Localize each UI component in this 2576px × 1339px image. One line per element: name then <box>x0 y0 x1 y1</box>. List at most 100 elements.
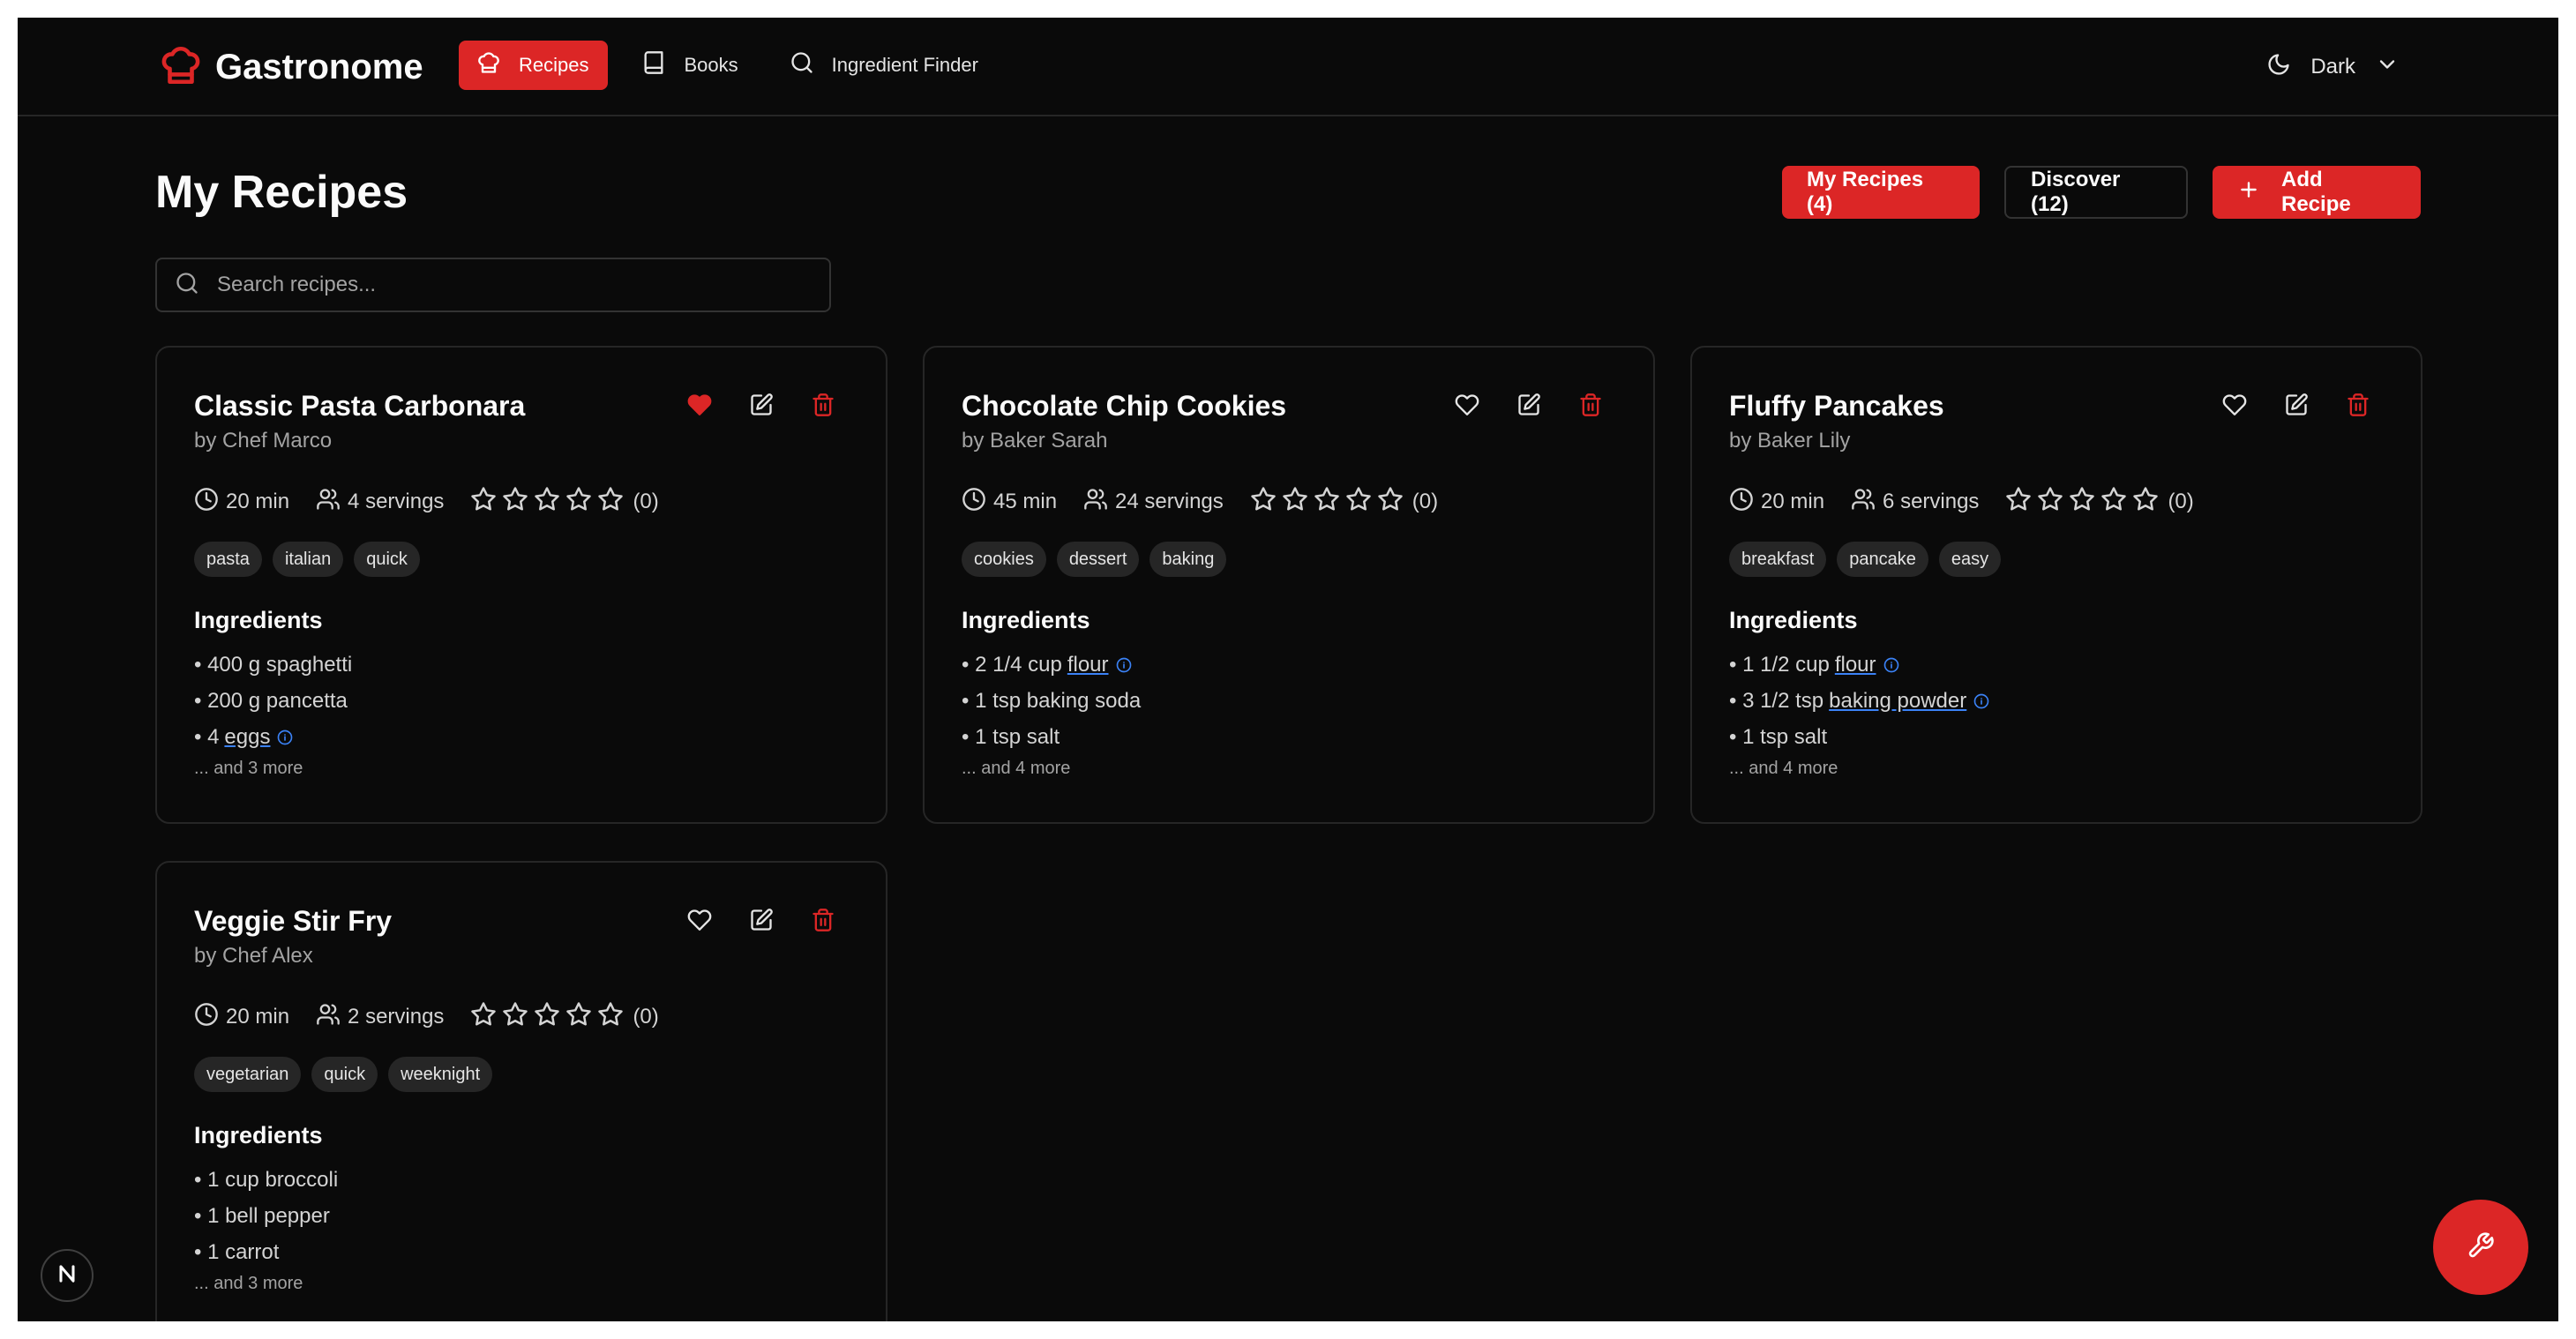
star-icon[interactable] <box>534 1001 560 1034</box>
tag-badge[interactable]: breakfast <box>1729 542 1827 577</box>
edit-icon[interactable] <box>1516 392 1542 418</box>
tag-badge[interactable]: quick <box>354 542 420 577</box>
tag-list: pasta italian quick <box>194 542 849 577</box>
ingredient-link[interactable]: flour <box>1835 653 1876 677</box>
cook-time: 20 min <box>1729 487 1824 518</box>
star-rating[interactable]: (0) <box>2005 486 2194 519</box>
recipe-card[interactable]: Chocolate Chip Cookies by Baker Sarah 45… <box>923 346 1655 824</box>
tag-badge[interactable]: quick <box>311 1057 378 1092</box>
servings-label: 4 servings <box>348 490 445 513</box>
star-rating[interactable]: (0) <box>470 1001 659 1034</box>
star-icon[interactable] <box>597 1001 624 1034</box>
star-icon[interactable] <box>1250 486 1277 519</box>
favorite-heart-icon[interactable] <box>686 907 713 933</box>
recipe-card[interactable]: Fluffy Pancakes by Baker Lily 20 min 6 s… <box>1690 346 2422 824</box>
rating-count: (0) <box>633 490 659 513</box>
card-actions <box>2221 392 2371 418</box>
ingredients-heading: Ingredients <box>962 607 1090 633</box>
recipe-card[interactable]: Classic Pasta Carbonara by Chef Marco 20… <box>155 346 887 824</box>
ingredient-item: • 200 g pancetta <box>194 683 849 719</box>
clock-icon <box>194 487 219 518</box>
ingredient-link[interactable]: flour <box>1067 653 1109 677</box>
tag-badge[interactable]: baking <box>1149 542 1227 577</box>
info-icon[interactable] <box>1109 657 1132 673</box>
star-icon[interactable] <box>470 1001 497 1034</box>
add-recipe-label: Add Recipe <box>2281 168 2351 216</box>
star-icon[interactable] <box>565 486 592 519</box>
servings: 6 servings <box>1851 487 1979 518</box>
star-icon[interactable] <box>470 486 497 519</box>
star-rating[interactable]: (0) <box>1250 486 1438 519</box>
trash-icon[interactable] <box>810 392 836 418</box>
add-recipe-button[interactable]: Add Recipe <box>2213 166 2421 219</box>
search-input[interactable] <box>215 272 812 298</box>
tag-badge[interactable]: vegetarian <box>194 1057 302 1092</box>
nav-books[interactable]: Books <box>624 41 755 90</box>
star-icon[interactable] <box>2069 486 2095 519</box>
tools-fab[interactable] <box>2433 1200 2528 1295</box>
servings: 24 servings <box>1083 487 1224 518</box>
trash-icon[interactable] <box>1577 392 1604 418</box>
nav-recipes[interactable]: Recipes <box>459 41 609 90</box>
ingredient-link[interactable]: eggs <box>224 725 270 750</box>
theme-selector[interactable]: Dark <box>2266 42 2400 92</box>
star-icon[interactable] <box>502 486 528 519</box>
star-icon[interactable] <box>502 1001 528 1034</box>
brand[interactable]: Gastronome <box>159 42 423 92</box>
tag-badge[interactable]: italian <box>272 542 344 577</box>
favorite-heart-icon[interactable] <box>686 392 713 418</box>
recipe-meta: 20 min 4 servings (0) <box>194 486 849 519</box>
star-icon[interactable] <box>534 486 560 519</box>
ingredient-link[interactable]: baking powder <box>1829 689 1966 714</box>
edit-icon[interactable] <box>2283 392 2310 418</box>
main-nav: Recipes Books Ingredient Finder <box>459 41 996 90</box>
edit-icon[interactable] <box>748 392 775 418</box>
star-icon[interactable] <box>2132 486 2159 519</box>
star-icon[interactable] <box>1282 486 1308 519</box>
ingredient-item: • 1 tsp baking soda <box>962 683 1616 719</box>
edit-icon[interactable] <box>748 907 775 933</box>
ingredient-text: • 1 carrot <box>194 1239 280 1264</box>
tag-list: vegetarian quick weeknight <box>194 1057 849 1092</box>
info-icon[interactable] <box>1876 657 1899 673</box>
page-actions: My Recipes (4) Discover (12) Add Recipe <box>1782 166 2421 219</box>
cook-time-label: 45 min <box>993 490 1058 513</box>
tag-badge[interactable]: weeknight <box>388 1057 493 1092</box>
tag-badge[interactable]: pasta <box>194 542 262 577</box>
tag-badge[interactable]: easy <box>1938 542 2002 577</box>
favorite-heart-icon[interactable] <box>2221 392 2248 418</box>
info-icon[interactable] <box>270 729 293 745</box>
info-icon[interactable] <box>1966 693 1989 709</box>
servings-label: 2 servings <box>348 1005 445 1029</box>
nav-ingredient-finder[interactable]: Ingredient Finder <box>772 41 996 90</box>
ingredients-heading: Ingredients <box>194 607 323 633</box>
recipe-card[interactable]: Veggie Stir Fry by Chef Alex 20 min 2 se… <box>155 861 887 1321</box>
star-icon[interactable] <box>1377 486 1404 519</box>
theme-label: Dark <box>2310 55 2355 79</box>
star-icon[interactable] <box>1314 486 1340 519</box>
discover-button[interactable]: Discover (12) <box>2004 166 2188 219</box>
dev-tools-badge[interactable] <box>41 1249 94 1302</box>
recipe-meta: 20 min 6 servings (0) <box>1729 486 2384 519</box>
star-icon[interactable] <box>1345 486 1372 519</box>
clock-icon <box>962 487 986 518</box>
chef-hat-icon <box>476 50 501 80</box>
trash-icon[interactable] <box>2345 392 2371 418</box>
star-rating[interactable]: (0) <box>470 486 659 519</box>
tag-badge[interactable]: cookies <box>962 542 1046 577</box>
tag-badge[interactable]: pancake <box>1837 542 1928 577</box>
wrench-icon <box>2467 1231 2495 1264</box>
star-icon[interactable] <box>565 1001 592 1034</box>
ingredient-item: • 400 g spaghetti <box>194 647 849 683</box>
star-icon[interactable] <box>2037 486 2063 519</box>
star-icon[interactable] <box>2100 486 2127 519</box>
ingredient-item: • 1 tsp salt <box>962 719 1616 755</box>
tag-badge[interactable]: dessert <box>1056 542 1140 577</box>
trash-icon[interactable] <box>810 907 836 933</box>
favorite-heart-icon[interactable] <box>1454 392 1480 418</box>
star-icon[interactable] <box>597 486 624 519</box>
ingredients-heading: Ingredients <box>194 1122 323 1148</box>
star-icon[interactable] <box>2005 486 2032 519</box>
rating-count: (0) <box>1412 490 1439 513</box>
my-recipes-button[interactable]: My Recipes (4) <box>1782 166 1980 219</box>
